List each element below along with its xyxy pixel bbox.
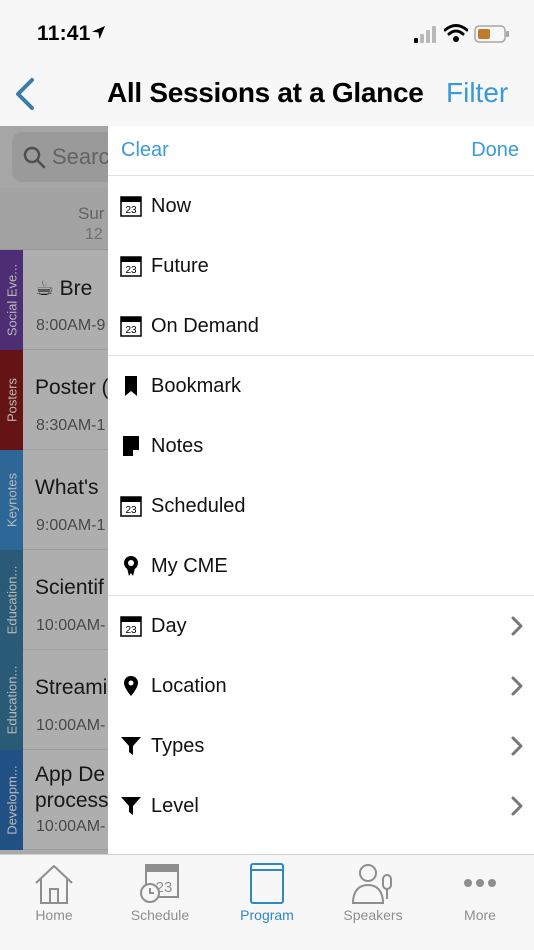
svg-text:23: 23 xyxy=(125,325,137,336)
tab-label: Program xyxy=(240,907,294,923)
filter-panel-header: Clear Done xyxy=(108,126,534,176)
svg-text:23: 23 xyxy=(125,625,137,636)
tab-label: More xyxy=(464,907,496,923)
funnel-icon xyxy=(121,737,141,755)
filter-option-label: Level xyxy=(151,795,199,817)
filter-option-future[interactable]: 23 Future xyxy=(108,236,534,296)
filter-option-notes[interactable]: Notes xyxy=(108,416,534,476)
filter-option-label: Location xyxy=(151,675,227,697)
home-icon xyxy=(35,865,73,904)
svg-text:23: 23 xyxy=(125,205,137,216)
done-button[interactable]: Done xyxy=(471,139,519,162)
funnel-icon xyxy=(121,797,141,815)
tab-label: Speakers xyxy=(343,907,403,923)
filter-option-label: Day xyxy=(151,615,187,637)
tab-program[interactable]: Program xyxy=(214,855,320,935)
program-book-icon xyxy=(250,863,284,904)
tab-speakers[interactable]: Speakers xyxy=(320,855,426,935)
filter-option-my-cme[interactable]: My CME xyxy=(108,536,534,596)
filter-option-label: Scheduled xyxy=(151,495,246,517)
page-title: All Sessions at a Glance xyxy=(107,77,424,108)
filter-option-day[interactable]: 23 Day xyxy=(108,596,534,656)
more-dots-icon xyxy=(464,879,496,887)
navigation-bar: All Sessions at a Glance Filter xyxy=(0,64,534,126)
filter-option-on-demand[interactable]: 23 On Demand xyxy=(108,296,534,356)
filter-option-location[interactable]: Location xyxy=(108,656,534,716)
filter-option-label: Now xyxy=(151,195,192,217)
chevron-right-icon xyxy=(511,796,523,816)
svg-text:23: 23 xyxy=(125,265,137,276)
status-time: 11:41 xyxy=(37,22,91,45)
filter-option-bookmark[interactable]: Bookmark xyxy=(108,356,534,416)
chevron-right-icon xyxy=(511,736,523,756)
calendar-icon: 23 xyxy=(120,196,142,217)
filter-option-label: Future xyxy=(151,255,209,277)
schedule-icon: 23 xyxy=(140,864,179,903)
filter-option-label: On Demand xyxy=(151,315,259,337)
chevron-right-icon xyxy=(511,616,523,636)
filter-option-scheduled[interactable]: 23 Scheduled xyxy=(108,476,534,536)
battery-icon xyxy=(474,25,509,43)
svg-text:23: 23 xyxy=(125,505,137,516)
speaker-icon xyxy=(351,864,392,904)
tab-more[interactable]: More xyxy=(427,855,533,935)
location-pin-icon xyxy=(124,676,138,696)
filter-panel: Clear Done 23 Now 23 Future 23 On Demand… xyxy=(108,126,534,854)
filter-button[interactable]: Filter xyxy=(446,77,508,109)
notes-icon xyxy=(123,436,139,456)
cellular-signal-icon xyxy=(414,26,436,43)
tab-bar: Home 23 Schedule Program Speakers More xyxy=(0,854,534,950)
calendar-icon: 23 xyxy=(120,256,142,277)
filter-option-types[interactable]: Types xyxy=(108,716,534,776)
tab-label: Home xyxy=(35,907,73,923)
filter-option-label: My CME xyxy=(151,555,228,577)
filter-option-now[interactable]: 23 Now xyxy=(108,176,534,236)
clear-button[interactable]: Clear xyxy=(121,139,169,162)
tab-label: Schedule xyxy=(130,907,190,923)
filter-option-level[interactable]: Level xyxy=(108,776,534,836)
calendar-icon: 23 xyxy=(120,496,142,517)
back-chevron-icon[interactable] xyxy=(10,74,40,114)
calendar-icon: 23 xyxy=(120,316,142,337)
tab-schedule[interactable]: 23 Schedule xyxy=(107,855,213,935)
status-bar: 11:41 xyxy=(0,0,534,64)
bookmark-icon xyxy=(125,376,137,396)
location-arrow-icon xyxy=(91,25,106,40)
calendar-icon: 23 xyxy=(120,616,142,637)
filter-option-label: Bookmark xyxy=(151,375,242,397)
chevron-right-icon xyxy=(511,676,523,696)
filter-option-label: Types xyxy=(151,735,205,757)
award-icon xyxy=(124,556,138,576)
wifi-icon xyxy=(444,24,468,42)
filter-option-label: Notes xyxy=(151,435,204,457)
dim-overlay[interactable] xyxy=(0,126,108,854)
tab-home[interactable]: Home xyxy=(1,855,107,935)
